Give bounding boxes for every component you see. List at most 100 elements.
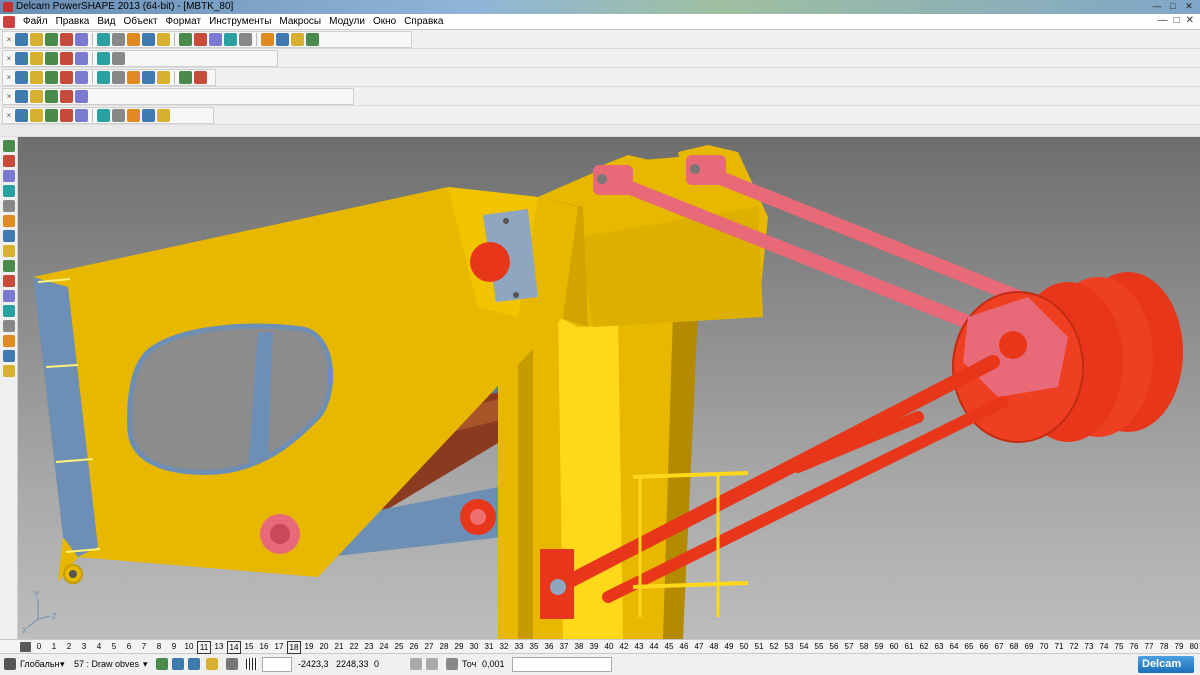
fillet-icon[interactable] <box>112 109 125 122</box>
level-14[interactable]: 14 <box>227 641 241 654</box>
workplane-icon[interactable] <box>4 658 16 670</box>
menu-edit[interactable]: Правка <box>52 16 94 27</box>
surface-icon[interactable] <box>276 33 289 46</box>
units-icon[interactable] <box>206 658 218 670</box>
level-24[interactable]: 24 <box>377 641 391 652</box>
level-2[interactable]: 2 <box>62 641 76 652</box>
model-icon[interactable] <box>157 109 170 122</box>
menu-help[interactable]: Справка <box>400 16 447 27</box>
maximize-button[interactable]: □ <box>1166 1 1180 12</box>
curve-icon[interactable] <box>261 33 274 46</box>
level-61[interactable]: 61 <box>902 641 916 652</box>
level-58[interactable]: 58 <box>857 641 871 652</box>
command-input[interactable] <box>512 657 612 672</box>
level-19[interactable]: 19 <box>302 641 316 652</box>
level-76[interactable]: 76 <box>1127 641 1141 652</box>
level-57[interactable]: 57 <box>842 641 856 652</box>
document-icon[interactable] <box>30 71 43 84</box>
level-44[interactable]: 44 <box>647 641 661 652</box>
workplane-toggle-icon[interactable] <box>188 658 200 670</box>
level-33[interactable]: 33 <box>512 641 526 652</box>
level-72[interactable]: 72 <box>1067 641 1081 652</box>
undo-icon[interactable] <box>142 33 155 46</box>
level-10[interactable]: 10 <box>182 641 196 652</box>
level-71[interactable]: 71 <box>1052 641 1066 652</box>
cone-icon[interactable] <box>3 320 15 332</box>
level-13[interactable]: 13 <box>212 641 226 652</box>
coordinates-icon[interactable] <box>30 109 43 122</box>
level-43[interactable]: 43 <box>632 641 646 652</box>
arc-icon[interactable] <box>224 33 237 46</box>
level-66[interactable]: 66 <box>977 641 991 652</box>
close-button[interactable]: ✕ <box>1182 1 1196 12</box>
lights-icon[interactable] <box>112 52 125 65</box>
cut-icon[interactable] <box>75 33 88 46</box>
hide-icon[interactable] <box>157 71 170 84</box>
level-16[interactable]: 16 <box>257 641 271 652</box>
document-icon[interactable] <box>3 15 15 28</box>
level-4[interactable]: 4 <box>92 641 106 652</box>
solid-icon[interactable] <box>45 52 58 65</box>
sphere-icon[interactable] <box>15 109 28 122</box>
graphics-viewport[interactable]: Y X Z <box>18 137 1200 639</box>
revolve-icon[interactable] <box>97 109 110 122</box>
level-73[interactable]: 73 <box>1082 641 1096 652</box>
orbit-icon[interactable] <box>75 90 88 103</box>
level-5[interactable]: 5 <box>107 641 121 652</box>
level-15[interactable]: 15 <box>242 641 256 652</box>
menu-format[interactable]: Формат <box>162 16 206 27</box>
menu-file[interactable]: Файл <box>19 16 52 27</box>
menu-window[interactable]: Окно <box>369 16 400 27</box>
level-11[interactable]: 11 <box>197 641 211 654</box>
model-view[interactable]: Y X Z <box>18 137 1200 639</box>
level-63[interactable]: 63 <box>932 641 946 652</box>
level-70[interactable]: 70 <box>1037 641 1051 652</box>
menu-modules[interactable]: Модули <box>325 16 369 27</box>
level-28[interactable]: 28 <box>437 641 451 652</box>
level-52[interactable]: 52 <box>767 641 781 652</box>
folder-icon[interactable] <box>30 33 43 46</box>
level-46[interactable]: 46 <box>677 641 691 652</box>
level-18[interactable]: 18 <box>287 641 301 654</box>
level-3[interactable]: 3 <box>77 641 91 652</box>
level-45[interactable]: 45 <box>662 641 676 652</box>
mdi-minimize-button[interactable]: — <box>1158 15 1168 26</box>
delete-icon[interactable] <box>127 33 140 46</box>
chevron-down-icon[interactable]: ▾ <box>60 657 65 672</box>
levels-icon[interactable] <box>20 642 31 652</box>
level-26[interactable]: 26 <box>407 641 421 652</box>
shading-icon[interactable] <box>60 71 73 84</box>
level-8[interactable]: 8 <box>152 641 166 652</box>
toolbar-close-icon[interactable]: × <box>5 71 13 84</box>
solid-icon[interactable] <box>3 230 15 242</box>
flag-icon[interactable] <box>112 71 125 84</box>
level-25[interactable]: 25 <box>392 641 406 652</box>
solid-icon[interactable] <box>291 33 304 46</box>
level-27[interactable]: 27 <box>422 641 436 652</box>
chevron-down-icon[interactable]: ▾ <box>143 657 148 672</box>
level-7[interactable]: 7 <box>137 641 151 652</box>
menu-object[interactable]: Объект <box>119 16 161 27</box>
level-51[interactable]: 51 <box>752 641 766 652</box>
duplicate-icon[interactable] <box>3 185 15 197</box>
cylinder-icon[interactable] <box>3 245 15 257</box>
level-50[interactable]: 50 <box>737 641 751 652</box>
shade-icon[interactable] <box>60 52 73 65</box>
cursor-icon[interactable] <box>226 658 238 670</box>
group-icon[interactable] <box>179 71 192 84</box>
paste-icon[interactable] <box>112 33 125 46</box>
level-22[interactable]: 22 <box>347 641 361 652</box>
circle-icon[interactable] <box>239 33 252 46</box>
level-0[interactable]: 0 <box>32 641 46 652</box>
level-69[interactable]: 69 <box>1022 641 1036 652</box>
level-17[interactable]: 17 <box>272 641 286 652</box>
level-67[interactable]: 67 <box>992 641 1006 652</box>
level-64[interactable]: 64 <box>947 641 961 652</box>
level-1[interactable]: 1 <box>47 641 61 652</box>
level-49[interactable]: 49 <box>722 641 736 652</box>
grid-snap-icon[interactable] <box>246 658 258 670</box>
minimize-button[interactable]: — <box>1150 1 1164 12</box>
level-42[interactable]: 42 <box>617 641 631 652</box>
mdi-restore-button[interactable]: □ <box>1174 15 1180 26</box>
level-23[interactable]: 23 <box>362 641 376 652</box>
